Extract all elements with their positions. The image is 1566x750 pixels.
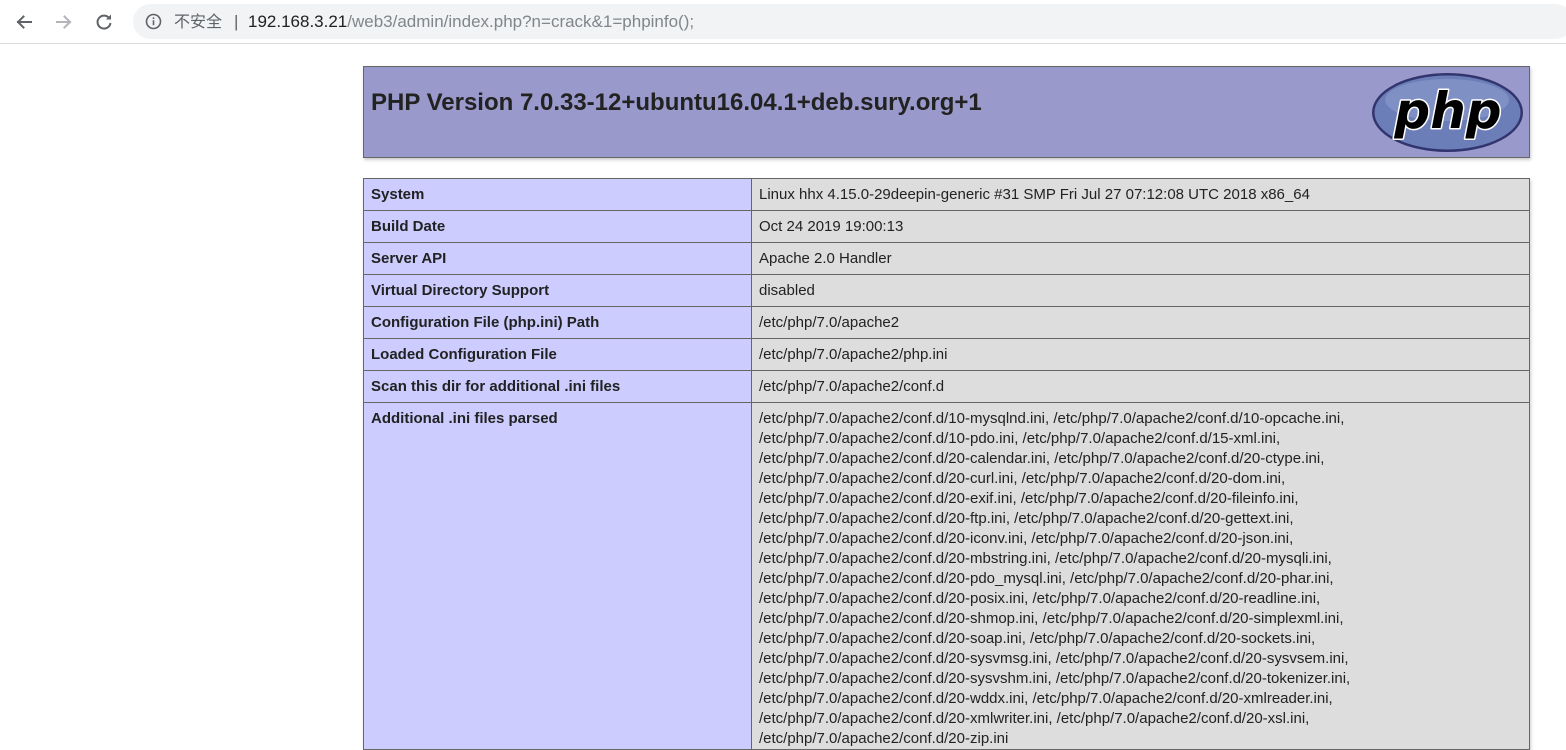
ini-file-line: /etc/php/7.0/apache2/conf.d/20-calendar.… [759,450,1325,467]
ini-file-line: /etc/php/7.0/apache2/conf.d/10-mysqlnd.i… [759,410,1345,427]
row-key: Server API [363,242,752,275]
ini-file-line: /etc/php/7.0/apache2/conf.d/20-pdo_mysql… [759,570,1334,587]
row-key: Build Date [363,210,752,243]
table-row: Virtual Directory Support disabled [363,274,1530,307]
ini-file-line: /etc/php/7.0/apache2/conf.d/20-soap.ini,… [759,630,1316,647]
table-row: Loaded Configuration File /etc/php/7.0/a… [363,338,1530,371]
ini-file-line: /etc/php/7.0/apache2/conf.d/20-zip.ini [759,730,1009,747]
ini-file-line: /etc/php/7.0/apache2/conf.d/20-wddx.ini,… [759,690,1333,707]
arrow-right-icon [56,15,72,29]
url-host: 192.168.3.21 [248,12,348,31]
reload-icon [96,14,112,30]
row-key: Scan this dir for additional .ini files [363,370,752,403]
row-value: /etc/php/7.0/apache2/conf.d [751,370,1530,403]
row-value: Linux hhx 4.15.0-29deepin-generic #31 SM… [751,178,1530,211]
row-value: disabled [751,274,1530,307]
ini-file-line: /etc/php/7.0/apache2/conf.d/20-xmlwriter… [759,710,1310,727]
reload-button[interactable] [89,7,119,37]
php-logo-text: php [1393,82,1501,140]
browser-toolbar: 不安全 | 192.168.3.21/web3/admin/index.php?… [0,0,1566,44]
ini-file-line: /etc/php/7.0/apache2/conf.d/20-shmop.ini… [759,610,1344,627]
table-row: Scan this dir for additional .ini files … [363,370,1530,403]
row-value: Apache 2.0 Handler [751,242,1530,275]
url-separator: | [234,12,239,31]
table-row: Additional .ini files parsed /etc/php/7.… [363,402,1530,750]
url-path: /web3/admin/index.php?n=crack&1=phpinfo(… [347,12,695,31]
row-value: /etc/php/7.0/apache2/php.ini [751,338,1530,371]
ini-file-line: /etc/php/7.0/apache2/conf.d/20-curl.ini,… [759,470,1286,487]
ini-file-line: /etc/php/7.0/apache2/conf.d/20-ftp.ini, … [759,510,1294,527]
ini-file-line: /etc/php/7.0/apache2/conf.d/10-pdo.ini, … [759,430,1281,447]
back-button[interactable] [9,7,39,37]
row-value: Oct 24 2019 19:00:13 [751,210,1530,243]
row-key: Configuration File (php.ini) Path [363,306,752,339]
ini-file-line: /etc/php/7.0/apache2/conf.d/20-mbstring.… [759,550,1332,567]
ini-file-line: /etc/php/7.0/apache2/conf.d/20-exif.ini,… [759,490,1299,507]
table-row: Server API Apache 2.0 Handler [363,242,1530,275]
ini-files-value: /etc/php/7.0/apache2/conf.d/10-mysqlnd.i… [751,402,1530,750]
row-key: System [363,178,752,211]
arrow-left-icon [16,15,32,29]
address-bar[interactable]: 不安全 | 192.168.3.21/web3/admin/index.php?… [133,4,1566,39]
row-key: Virtual Directory Support [363,274,752,307]
row-value: /etc/php/7.0/apache2 [751,306,1530,339]
row-key: Loaded Configuration File [363,338,752,371]
ini-file-line: /etc/php/7.0/apache2/conf.d/20-posix.ini… [759,590,1321,607]
row-key: Additional .ini files parsed [363,402,752,750]
php-version-header: PHP Version 7.0.33-12+ubuntu16.04.1+deb.… [363,66,1530,158]
url-text[interactable]: 192.168.3.21/web3/admin/index.php?n=crac… [248,12,694,31]
ini-file-line: /etc/php/7.0/apache2/conf.d/20-sysvshm.i… [759,670,1351,687]
ini-file-line: /etc/php/7.0/apache2/conf.d/20-iconv.ini… [759,530,1294,547]
info-circle-icon[interactable] [145,13,162,30]
table-row: Build Date Oct 24 2019 19:00:13 [363,210,1530,243]
php-info-table: System Linux hhx 4.15.0-29deepin-generic… [363,178,1530,750]
table-row: System Linux hhx 4.15.0-29deepin-generic… [363,178,1530,211]
table-row: Configuration File (php.ini) Path /etc/p… [363,306,1530,339]
ini-file-line: /etc/php/7.0/apache2/conf.d/20-sysvmsg.i… [759,650,1349,667]
php-logo[interactable]: php php [1371,72,1524,153]
forward-button[interactable] [49,7,79,37]
page-title: PHP Version 7.0.33-12+ubuntu16.04.1+deb.… [371,89,982,116]
security-label[interactable]: 不安全 [174,12,222,31]
